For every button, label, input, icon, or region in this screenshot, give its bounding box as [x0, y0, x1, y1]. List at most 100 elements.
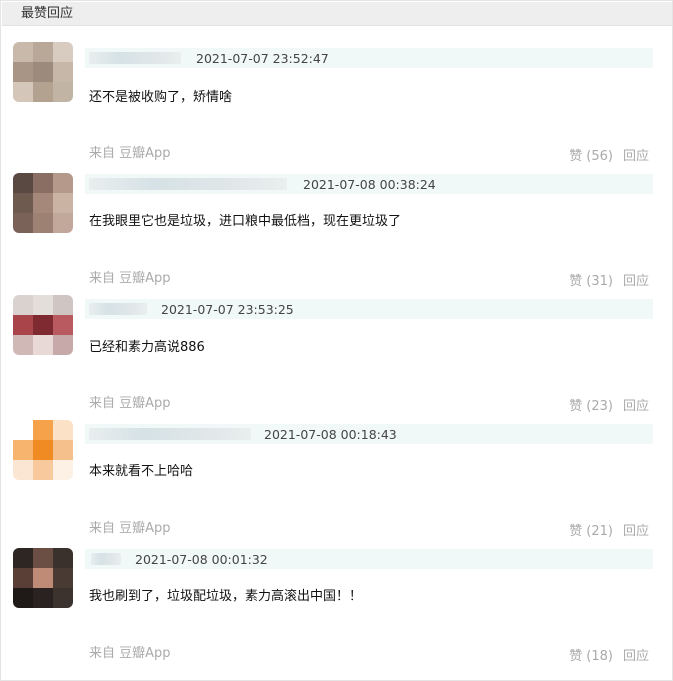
avatar-tile [13, 335, 33, 355]
avatar-tile [13, 173, 33, 193]
avatar-tile [33, 193, 53, 213]
avatar-tile [53, 420, 73, 440]
avatar-tile [33, 295, 53, 315]
author-name-link[interactable] [91, 553, 121, 565]
avatar-tile [53, 548, 73, 568]
reply-button[interactable]: 回应 [623, 524, 649, 539]
avatar-tile [33, 42, 53, 62]
avatar-tile [13, 42, 33, 62]
like-button[interactable]: 赞 (56) [569, 149, 613, 164]
avatar[interactable] [13, 42, 73, 102]
avatar-tile [33, 568, 53, 588]
comment-actions: 赞 (21) 回应 [569, 524, 649, 540]
comment-meta-bar: 2021-07-07 23:52:47 [85, 48, 653, 68]
like-count: (23) [586, 399, 613, 414]
avatar-tile [53, 295, 73, 315]
like-button[interactable]: 赞 (23) [569, 399, 613, 414]
comment-timestamp: 2021-07-08 00:18:43 [264, 427, 397, 442]
author-name-link[interactable] [89, 52, 181, 64]
comment-text: 已经和素力高说886 [89, 340, 205, 355]
avatar-tile [53, 62, 73, 82]
avatar-tile [33, 420, 53, 440]
like-count: (56) [586, 149, 613, 164]
avatar-tile [13, 460, 33, 480]
avatar-tile [13, 62, 33, 82]
avatar-tile [13, 568, 33, 588]
comment-timestamp: 2021-07-08 00:38:24 [303, 177, 436, 192]
comment-meta-bar: 2021-07-08 00:18:43 [85, 424, 653, 444]
like-button[interactable]: 赞 (18) [569, 649, 613, 664]
like-button[interactable]: 赞 (21) [569, 524, 613, 539]
comment-actions: 赞 (31) 回应 [569, 274, 649, 290]
author-name-link[interactable] [89, 428, 251, 440]
avatar[interactable] [13, 173, 73, 233]
avatar-tile [13, 213, 33, 233]
avatar-tile [33, 460, 53, 480]
comment-actions: 赞 (23) 回应 [569, 399, 649, 415]
avatar-tile [33, 62, 53, 82]
comment-source: 来自 豆瓣App [89, 271, 171, 286]
avatar-tile [13, 548, 33, 568]
avatar-tile [53, 335, 73, 355]
author-name-link[interactable] [89, 303, 147, 315]
comment-item: 来自 豆瓣App 赞 (56) 回应 2021-07-08 00:38:24 在我眼… [0, 143, 673, 268]
avatar-tile [53, 440, 73, 460]
avatar-tile [53, 315, 73, 335]
comment-text: 还不是被收购了，矫情啥 [89, 90, 233, 105]
comment-timestamp: 2021-07-08 00:01:32 [135, 552, 268, 567]
reply-button[interactable]: 回应 [623, 399, 649, 414]
comment-meta-bar: 2021-07-08 00:38:24 [85, 174, 653, 194]
section-header: 最赞回应 [2, 2, 672, 26]
comment-source: 来自 豆瓣App [89, 521, 171, 536]
avatar-tile [13, 193, 33, 213]
comment-source: 来自 豆瓣App [89, 646, 171, 661]
avatar-tile [53, 213, 73, 233]
avatar-tile [33, 173, 53, 193]
avatar-tile [53, 588, 73, 608]
author-name-link[interactable] [89, 178, 287, 190]
avatar-tile [33, 315, 53, 335]
reply-button[interactable]: 回应 [623, 649, 649, 664]
avatar-tile [53, 82, 73, 102]
avatar-tile [33, 213, 53, 233]
comment-meta-bar: 2021-07-07 23:53:25 [85, 299, 653, 319]
comment-timestamp: 2021-07-07 23:52:47 [196, 51, 329, 66]
comment-text: 本来就看不上哈哈 [89, 464, 194, 479]
avatar-tile [33, 335, 53, 355]
avatar-tile [53, 173, 73, 193]
comment-source: 来自 豆瓣App [89, 146, 171, 161]
avatar-tile [33, 588, 53, 608]
avatar-tile [13, 82, 33, 102]
comment-timestamp: 2021-07-07 23:53:25 [161, 302, 294, 317]
comment-actions: 赞 (18) 回应 [569, 649, 649, 665]
comment-footer: 来自 豆瓣App 赞 (18) 回应 [0, 643, 673, 679]
section-title: 最赞回应 [21, 6, 74, 21]
like-count: (31) [586, 274, 613, 289]
comment-item: 来自 豆瓣App 赞 (23) 回应 2021-07-08 00:18:43 本来就… [0, 393, 673, 518]
comment-meta-bar: 2021-07-08 00:01:32 [85, 549, 653, 569]
reply-button[interactable]: 回应 [623, 274, 649, 289]
comment-text: 我也刷到了，垃圾配垃圾，素力高滚出中国！！ [89, 589, 363, 604]
comment-source: 来自 豆瓣App [89, 396, 171, 411]
avatar-tile [13, 295, 33, 315]
avatar-tile [13, 420, 33, 440]
avatar[interactable] [13, 548, 73, 608]
like-count: (18) [586, 649, 613, 664]
avatar-tile [53, 42, 73, 62]
comment-actions: 赞 (56) 回应 [569, 149, 649, 165]
like-count: (21) [586, 524, 613, 539]
avatar[interactable] [13, 295, 73, 355]
reply-button[interactable]: 回应 [623, 149, 649, 164]
comment-item: 来自 豆瓣App 赞 (21) 回应 2021-07-08 00:01:32 我也刷… [0, 518, 673, 643]
avatar-tile [13, 440, 33, 460]
avatar-tile [33, 82, 53, 102]
avatar-tile [13, 315, 33, 335]
avatar-tile [53, 193, 73, 213]
comment-text: 在我眼里它也是垃圾，进口粮中最低档，现在更垃圾了 [89, 214, 402, 229]
avatar-tile [33, 548, 53, 568]
avatar-tile [53, 568, 73, 588]
avatar[interactable] [13, 420, 73, 480]
like-button[interactable]: 赞 (31) [569, 274, 613, 289]
avatar-tile [33, 440, 53, 460]
avatar-tile [53, 460, 73, 480]
